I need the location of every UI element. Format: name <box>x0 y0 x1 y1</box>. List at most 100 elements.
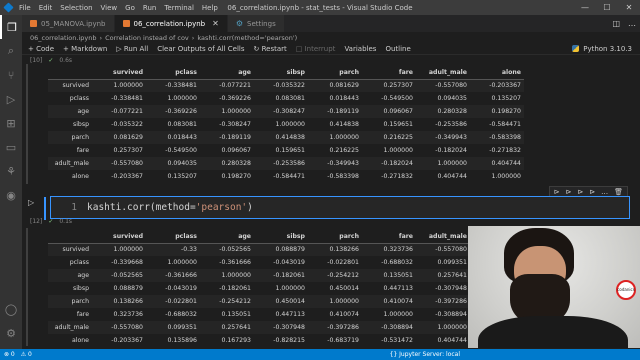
table-cell: 0.198270 <box>491 108 521 115</box>
manage-gear-icon[interactable]: ⚙ <box>0 321 22 345</box>
source-control-icon[interactable]: ⑂ <box>0 63 22 87</box>
extensions-icon[interactable]: ⊞ <box>0 111 22 135</box>
table-row: age -0.052565 -0.361666 1.000000 -0.182061 -0… <box>48 269 524 282</box>
cell-focus-indicator <box>44 197 46 220</box>
run-debug-icon[interactable]: ▷ <box>0 87 22 111</box>
code-line[interactable]: 1 kashti.corr(method='pearson') <box>59 202 253 213</box>
table-cell: 0.414838 <box>329 121 359 128</box>
exec-time: 0.1s <box>59 218 73 225</box>
tab-06-correlation[interactable]: 06_correlation.ipynb ✕ <box>114 15 228 32</box>
column-header: sibsp <box>254 66 308 80</box>
table-cell: -0.254212 <box>327 272 359 279</box>
run-cell-icon[interactable]: ▷ <box>28 198 34 207</box>
restart-kernel-button[interactable]: ↻ Restart <box>254 45 287 53</box>
run-above-icon[interactable]: ⊳ <box>554 188 560 196</box>
python-icon[interactable]: ⚘ <box>0 159 22 183</box>
table-cell: 0.450014 <box>275 298 305 305</box>
kernel-picker[interactable]: Python 3.10.3 <box>572 45 632 53</box>
more-icon[interactable]: … <box>601 188 608 196</box>
explorer-icon[interactable]: ❐ <box>0 15 22 39</box>
gear-icon: ⚙ <box>235 19 243 28</box>
menu-selection[interactable]: Selection <box>60 4 92 12</box>
variables-button[interactable]: Variables <box>344 45 376 53</box>
table-row: alone -0.203367 0.135207 0.198270 -0.584471 -… <box>48 170 524 183</box>
column-header: pclass <box>146 230 200 244</box>
table-cell: -0.557080 <box>111 324 143 331</box>
warnings-indicator[interactable]: ⚠ 0 <box>21 351 32 358</box>
menu-help[interactable]: Help <box>202 4 218 12</box>
column-header: survived <box>92 66 146 80</box>
errors-indicator[interactable]: ⊗ 0 <box>4 351 15 358</box>
table-cell: -0.557080 <box>111 160 143 167</box>
table-cell: -0.397286 <box>435 298 467 305</box>
table-cell: -0.338481 <box>111 95 143 102</box>
table-cell: -0.271832 <box>489 147 521 154</box>
split-editor-icon[interactable]: ◫ <box>612 19 620 28</box>
row-label: parch <box>71 134 89 141</box>
table-cell: 0.410074 <box>383 298 413 305</box>
table-cell: 1.000000 <box>491 173 521 180</box>
column-header: parch <box>308 230 362 244</box>
run-below-icon[interactable]: ⊳ <box>565 188 571 196</box>
jupyter-server-status[interactable]: {} Jupyter Server: local <box>390 351 460 358</box>
code-cell-exec-info: [12] ✓ 0.1s <box>30 218 72 225</box>
breadcrumb-file[interactable]: 06_correlation.ipynb <box>30 34 97 42</box>
maximize-button[interactable]: ☐ <box>596 0 618 15</box>
table-cell: 0.410074 <box>329 311 359 318</box>
search-icon[interactable]: ⌕ <box>0 39 22 63</box>
add-markdown-cell-button[interactable]: + Markdown <box>63 45 107 53</box>
account-icon[interactable]: ◯ <box>0 297 22 321</box>
kernel-label: Python 3.10.3 <box>583 44 632 53</box>
run-all-button[interactable]: ▷ Run All <box>116 45 148 53</box>
table-cell: 0.138266 <box>329 246 359 254</box>
github-icon[interactable]: ◉ <box>0 183 22 207</box>
table-row: survived 1.000000 -0.33 -0.052565 0.088879 0.… <box>48 243 524 256</box>
table-row: sibsp 0.088879 -0.043019 -0.182061 1.000000 0… <box>48 282 524 295</box>
delete-cell-icon[interactable]: 🗑 <box>614 188 623 196</box>
row-label: age <box>77 108 89 115</box>
menu-file[interactable]: File <box>19 4 31 12</box>
table-cell: -0.254212 <box>219 298 251 305</box>
interrupt-kernel-button[interactable]: □ Interrupt <box>296 45 336 53</box>
split-cell-icon[interactable]: ⊳ <box>577 188 583 196</box>
table-cell: -0.043019 <box>165 285 197 292</box>
clear-outputs-button[interactable]: Clear Outputs of All Cells <box>157 45 244 53</box>
dataframe-output-top: survived pclass age sibsp parch fare adult_mal… <box>48 66 524 183</box>
column-header: alone <box>470 66 524 80</box>
menu-terminal[interactable]: Terminal <box>164 4 194 12</box>
table-cell: -0.253586 <box>273 160 305 167</box>
column-header <box>48 230 92 244</box>
code-cell[interactable]: 1 kashti.corr(method='pearson') <box>44 196 630 220</box>
table-cell: 0.081629 <box>113 134 143 141</box>
row-label: adult_male <box>54 324 89 331</box>
vscode-window: File Edit Selection View Go Run Terminal… <box>0 0 640 360</box>
table-row: parch 0.138266 -0.022801 -0.254212 0.450014 1… <box>48 295 524 308</box>
table-cell: 0.159651 <box>383 121 413 128</box>
menu-edit[interactable]: Edit <box>39 4 53 12</box>
outline-button[interactable]: Outline <box>385 45 410 53</box>
notebook-toolbar: + Code + Markdown ▷ Run All Clear Output… <box>22 43 640 55</box>
expand-icon[interactable]: ⊳ <box>589 188 595 196</box>
close-tab-icon[interactable]: ✕ <box>212 19 219 28</box>
menu-run[interactable]: Run <box>143 4 156 12</box>
add-code-cell-button[interactable]: + Code <box>28 45 54 53</box>
tab-label: Settings <box>247 19 276 28</box>
breadcrumb-section[interactable]: Correlation instead of cov <box>105 34 189 42</box>
tab-settings[interactable]: ⚙ Settings <box>227 15 285 32</box>
close-window-button[interactable]: ✕ <box>618 0 640 15</box>
activity-bar: ❐ ⌕ ⑂ ▷ ⊞ ▭ ⚘ ◉ ◯ ⚙ <box>0 15 22 349</box>
breadcrumb-cell[interactable]: kashti.corr(method='pearson') <box>197 34 297 42</box>
menu-go[interactable]: Go <box>125 4 135 12</box>
row-label: alone <box>71 173 89 180</box>
row-label: age <box>77 272 89 279</box>
tab-05-manova[interactable]: 05_MANOVA.ipynb <box>22 15 115 32</box>
table-cell: -0.584471 <box>489 121 521 128</box>
minimize-button[interactable]: — <box>574 0 596 15</box>
table-cell: -0.549500 <box>165 147 197 154</box>
table-cell: -0.307948 <box>273 324 305 331</box>
table-cell: 0.216225 <box>383 134 413 141</box>
remote-explorer-icon[interactable]: ▭ <box>0 135 22 159</box>
more-actions-icon[interactable]: … <box>628 19 636 28</box>
menu-view[interactable]: View <box>101 4 118 12</box>
table-cell: -0.052565 <box>111 272 143 279</box>
